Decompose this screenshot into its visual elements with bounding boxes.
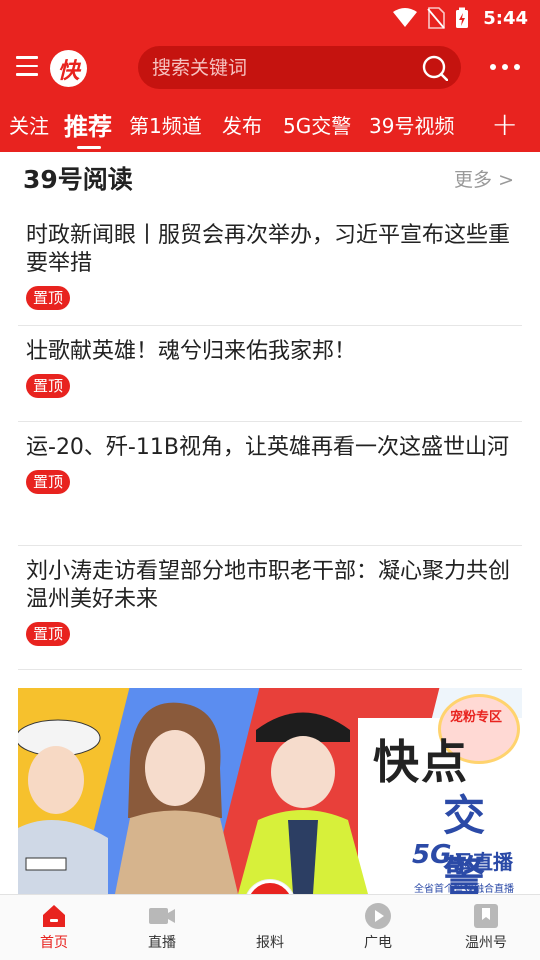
news-item[interactable]: 运-20、歼-11B视角，让英雄再看一次这盛世山河 置顶 [18,422,522,546]
status-bar: 5:44 [0,0,540,36]
news-title[interactable]: 时政新闻眼丨服贸会再次举办，习近平宣布这些重要举措 [26,222,514,278]
banner-5g-logo: 5G [412,840,452,870]
status-time: 5:44 [483,7,528,29]
no-sim-icon [427,7,446,29]
channel-tabs: 关注 推荐 第1频道 发布 5G交警 39号视频 + [0,100,540,152]
banner-headline-2: 交警 [443,791,486,894]
wifi-icon [393,8,418,27]
banner-subtitle: 全省首个警媒融合直播 [414,884,514,894]
traffic-police-illustration [238,712,368,894]
nav-report[interactable]: 报料 [216,895,324,960]
pinned-badge: 置顶 [26,622,71,646]
nav-wenzhou[interactable]: 温州号 [432,895,540,960]
nav-home[interactable]: 首页 [0,895,108,960]
tab-follow[interactable]: 关注 [9,110,49,139]
pinned-badge: 置顶 [26,374,71,398]
home-icon [43,905,65,927]
add-channel-icon[interactable]: + [491,108,518,140]
fan-zone-label: 宠粉专区 [450,710,503,725]
tab-channel-1[interactable]: 第1频道 [129,110,202,139]
tab-recommend[interactable]: 推荐 [64,107,112,142]
news-item[interactable]: 壮歌献英雄！魂兮归来佑我家邦！ 置顶 [18,326,522,422]
nav-broadcast[interactable]: 广电 [324,895,432,960]
news-title[interactable]: 运-20、歼-11B视角，让英雄再看一次这盛世山河 [26,434,514,462]
more-options-icon[interactable] [490,64,520,70]
nav-label: 广电 [364,935,392,951]
search-bar[interactable] [138,46,461,89]
promo-banner[interactable]: 宠粉专区 快点 交警 5G 云直播 全省首个警媒融合直播 [18,688,522,894]
battery-charging-icon [456,7,469,28]
nav-live[interactable]: 直播 [108,895,216,960]
nav-report-spacer [256,902,284,930]
pinned-badge: 置顶 [26,286,71,310]
tab-39-video[interactable]: 39号视频 [369,110,454,139]
video-camera-icon [149,908,175,924]
more-link[interactable]: 更多 > [454,165,514,192]
police-officer-illustration [18,719,108,894]
woman-illustration [115,702,238,894]
app-header: 快 [0,36,540,100]
banner-live-text: 云直播 [453,850,513,874]
news-item[interactable]: 时政新闻眼丨服贸会再次举办，习近平宣布这些重要举措 置顶 [18,210,522,326]
search-input[interactable] [152,46,412,89]
nav-label: 报料 [256,935,284,951]
play-icon [365,903,391,929]
status-icons: 5:44 [393,0,528,36]
news-list: 时政新闻眼丨服贸会再次举办，习近平宣布这些重要举措 置顶 壮歌献英雄！魂兮归来佑… [18,210,522,670]
bookmark-icon [474,904,498,928]
news-title[interactable]: 壮歌献英雄！魂兮归来佑我家邦！ [26,338,514,366]
news-title[interactable]: 刘小涛走访看望部分地市职老干部：凝心聚力共创温州美好未来 [26,558,514,614]
active-tab-indicator [77,146,101,149]
section-title: 39号阅读 [23,165,133,194]
nav-label: 首页 [40,935,68,951]
pinned-badge: 置顶 [26,470,71,494]
nav-label: 直播 [148,935,176,951]
tab-5g-traffic-police[interactable]: 5G交警 [283,110,351,139]
nav-label: 温州号 [465,935,507,951]
tab-publish[interactable]: 发布 [222,110,262,139]
search-icon[interactable] [422,55,448,81]
bottom-nav: 首页 直播 报料 广电 温州号 [0,894,540,960]
menu-icon[interactable] [16,56,38,78]
app-logo[interactable]: 快 [50,50,87,87]
news-item[interactable]: 刘小涛走访看望部分地市职老干部：凝心聚力共创温州美好未来 置顶 [18,546,522,670]
